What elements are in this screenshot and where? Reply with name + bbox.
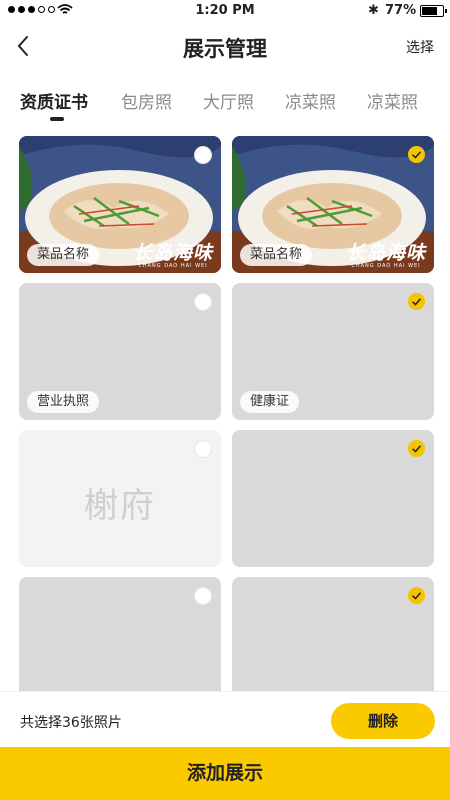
tab-cold-dish[interactable]: 凉菜照: [285, 88, 336, 113]
checkbox-checked-icon[interactable]: [408, 293, 425, 310]
battery-percent: 77%: [385, 3, 417, 18]
category-tabs: 资质证书 包房照 大厅照 凉菜照 凉菜照: [0, 80, 450, 124]
tab-hall[interactable]: 大厅照: [203, 88, 254, 113]
brand-watermark: 长岛海味 CHANG DAO HAI WEI: [132, 242, 213, 269]
photo-card[interactable]: 健康证: [232, 283, 434, 420]
checkbox-unchecked-icon[interactable]: [194, 440, 212, 458]
checkbox-checked-icon[interactable]: [408, 146, 425, 163]
active-tab-indicator: [50, 117, 64, 121]
select-button[interactable]: 选择: [406, 37, 434, 57]
selection-count: 共选择36张照片: [20, 715, 122, 731]
photo-card[interactable]: 长岛海味 CHANG DAO HAI WEI 菜品名称: [19, 136, 221, 273]
checkbox-unchecked-icon[interactable]: [194, 587, 212, 605]
card-label: 菜品名称: [27, 244, 100, 266]
bluetooth-icon: ✱: [368, 3, 379, 18]
card-label: 健康证: [240, 391, 300, 413]
tab-cold-dish-2[interactable]: 凉菜照: [367, 88, 418, 113]
status-time: 1:20 PM: [195, 3, 255, 18]
card-label: 菜品名称: [240, 244, 313, 266]
checkbox-unchecked-icon[interactable]: [194, 146, 212, 164]
photo-card[interactable]: 营业执照: [19, 283, 221, 420]
checkbox-checked-icon[interactable]: [408, 587, 425, 604]
placeholder-logo: 榭府: [84, 486, 156, 526]
nav-bar: 展示管理 选择: [0, 22, 450, 70]
add-display-button[interactable]: 添加展示: [0, 747, 450, 800]
checkbox-checked-icon[interactable]: [408, 440, 425, 457]
status-bar: 1:20 PM ✱ 77%: [0, 0, 450, 22]
card-label: 营业执照: [27, 391, 100, 413]
tab-private-room[interactable]: 包房照: [121, 88, 172, 113]
tab-qualification[interactable]: 资质证书: [20, 88, 88, 113]
photo-card[interactable]: 长岛海味 CHANG DAO HAI WEI 菜品名称: [232, 136, 434, 273]
brand-watermark: 长岛海味 CHANG DAO HAI WEI: [345, 242, 426, 269]
selection-bar: 共选择36张照片 删除: [0, 691, 450, 748]
photo-card[interactable]: 榭府: [19, 430, 221, 567]
page-title: 展示管理: [183, 37, 267, 61]
delete-button[interactable]: 删除: [331, 703, 435, 739]
photo-card[interactable]: [232, 430, 434, 567]
battery-icon: [420, 5, 447, 17]
checkbox-unchecked-icon[interactable]: [194, 293, 212, 311]
